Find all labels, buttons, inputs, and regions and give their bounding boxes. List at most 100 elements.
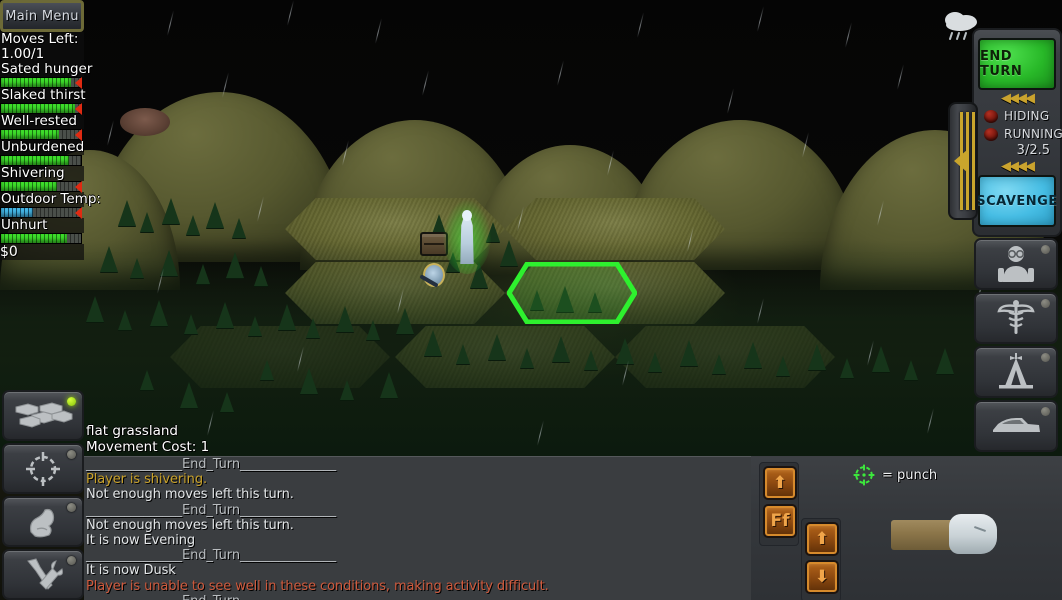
tree-icon (616, 338, 634, 364)
right-tool-bar (974, 238, 1060, 454)
main-menu-label: Main Menu (5, 8, 79, 24)
status-led (1041, 245, 1050, 254)
scroll-down-button[interactable]: ⬇ (805, 560, 839, 594)
stat-label-2: Well-rested (0, 114, 84, 129)
lantern-object[interactable] (423, 263, 445, 287)
up-arrow-icon: ⬆ (814, 529, 830, 549)
person-icon (998, 246, 1034, 282)
tree-icon (744, 342, 762, 368)
camp-button[interactable] (974, 346, 1058, 398)
tree-icon (220, 392, 234, 412)
log-line: _______________End_Turn_______________ (86, 594, 749, 600)
tree-icon (520, 348, 534, 368)
flexed-arm-icon (30, 508, 55, 537)
tree-icon (226, 252, 244, 278)
stat-bar-empty (69, 156, 81, 165)
tree-icon (140, 212, 154, 232)
tree-icon (424, 330, 442, 356)
crosshair-icon (853, 464, 875, 486)
main-menu-button[interactable]: Main Menu (0, 0, 84, 32)
message-log[interactable]: _______________End_Turn_______________ Pl… (84, 456, 751, 600)
running-indicator[interactable]: RUNNING (978, 125, 1062, 143)
tree-icon (936, 348, 954, 374)
tree-icon (130, 258, 144, 278)
scavenge-label: SCAVENGE (976, 193, 1058, 209)
caduceus-icon (997, 300, 1035, 334)
attack-mode-row[interactable]: = punch (851, 462, 937, 488)
tree-icon (840, 358, 854, 378)
stat-bar-marker (75, 207, 82, 219)
stat-bar-6 (0, 233, 82, 244)
tree-icon (552, 336, 570, 362)
log-line: It is now Dusk (86, 563, 176, 579)
crafting-button[interactable] (2, 549, 84, 600)
scroll-up-button[interactable]: ⬆ (805, 522, 839, 556)
tree-icon (248, 316, 262, 336)
tree-icon (118, 200, 136, 226)
fire-mode-button[interactable]: Ff (763, 504, 797, 538)
action-button-column-primary: ⬆ Ff (759, 462, 799, 546)
tree-icon (100, 246, 118, 272)
tree-icon (712, 354, 726, 374)
tree-icon (300, 368, 318, 394)
crosshair-icon (26, 451, 60, 486)
status-led (1041, 299, 1050, 308)
vehicle-button[interactable] (974, 400, 1058, 452)
stat-list: Sated hunger Slaked thirst Well-rested Unbu… (0, 61, 101, 244)
move-up-button[interactable]: ⬆ (763, 466, 797, 500)
hex-map-icon (15, 401, 73, 428)
player-head (462, 210, 472, 221)
stat-label-6: Unhurt (0, 218, 84, 233)
stat-bar-marker (75, 129, 82, 141)
log-line: _______________End_Turn_______________ (86, 502, 336, 518)
panel-collapse-handle[interactable] (948, 102, 978, 220)
tree-icon (648, 352, 662, 372)
action-button-column-scroll: ⬆ ⬇ (801, 518, 841, 600)
status-panel: Main Menu Moves Left: 1.00/1 Sated hunge… (0, 0, 101, 300)
player-character[interactable] (443, 200, 491, 274)
stat-bar-marker (75, 181, 82, 193)
stat-bar-fill (1, 182, 57, 191)
fire-mode-label: Ff (770, 511, 790, 531)
tree-icon (584, 350, 598, 370)
chevrons-bottom: ◀◀◀◀ (1001, 159, 1035, 174)
stat-bar-empty (33, 208, 81, 217)
hiding-led (984, 109, 998, 123)
scavenge-button[interactable]: SCAVENGE (976, 175, 1058, 227)
hiding-label: HIDING (1004, 109, 1050, 123)
character-button[interactable] (974, 238, 1058, 290)
car-icon (993, 418, 1040, 432)
tree-icon (260, 360, 274, 380)
fist-icon (891, 514, 997, 554)
tent-icon (999, 353, 1033, 389)
hex-map-button[interactable] (2, 390, 84, 441)
tree-icon (872, 346, 890, 372)
status-led (1041, 353, 1050, 362)
stat-bar-fill (1, 78, 72, 87)
stat-bar-empty (66, 234, 81, 243)
tree-icon (904, 360, 918, 380)
target-button[interactable] (2, 443, 84, 494)
end-turn-button[interactable]: END TURN (978, 38, 1056, 90)
hiding-indicator[interactable]: HIDING (978, 107, 1056, 125)
tree-icon (150, 300, 168, 326)
log-line: Not enough moves left this turn. (86, 487, 294, 503)
status-led (67, 556, 76, 565)
log-line: Player is unable to see well in these co… (86, 578, 549, 594)
terrain-movement-cost: Movement Cost: 1 (86, 439, 210, 455)
selected-hex-tile[interactable] (507, 262, 637, 324)
stat-bar-0 (0, 77, 82, 89)
moves-left-value: 1.00/1 (0, 47, 84, 62)
stat-bar-1 (0, 103, 82, 115)
tree-icon (140, 370, 154, 390)
money-value: $0 (0, 244, 84, 260)
stat-label-3: Unburdened (0, 139, 85, 155)
stat-bar-marker (75, 77, 82, 89)
medical-button[interactable] (974, 292, 1058, 344)
running-count: 3/2.5 (1016, 143, 1050, 158)
skills-button[interactable] (2, 496, 84, 547)
stat-bar-4 (0, 181, 82, 193)
stat-label-0: Sated hunger (0, 61, 93, 77)
tree-icon (336, 306, 354, 332)
tree-icon (118, 310, 132, 330)
